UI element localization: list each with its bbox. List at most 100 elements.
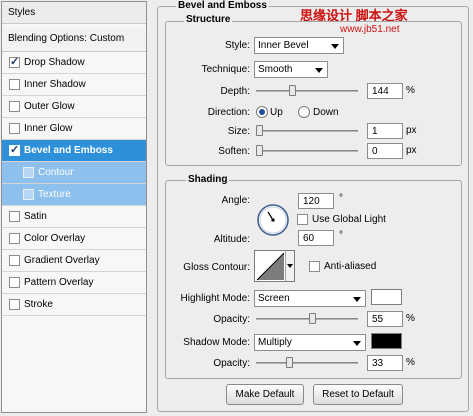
shadow-opacity-label: Opacity: <box>213 358 250 369</box>
sidebar-item-label: Bevel and Emboss <box>24 145 113 156</box>
sidebar-item-gradient-overlay[interactable]: Gradient Overlay <box>2 250 146 272</box>
satin-checkbox[interactable] <box>9 211 20 222</box>
depth-input[interactable]: 144 <box>367 83 403 99</box>
reset-to-default-button[interactable]: Reset to Default <box>313 384 403 405</box>
style-select-value: Inner Bevel <box>258 40 309 51</box>
highlight-opacity-input[interactable]: 55 <box>367 311 403 327</box>
contour-dropdown-button[interactable] <box>285 251 294 281</box>
sidebar-item-texture[interactable]: Texture <box>2 184 146 206</box>
shadow-color-swatch[interactable] <box>371 333 402 349</box>
size-input[interactable]: 1 <box>367 123 403 139</box>
sidebar-item-inner-shadow[interactable]: Inner Shadow <box>2 74 146 96</box>
gradient-overlay-checkbox[interactable] <box>9 255 20 266</box>
chevron-down-icon <box>331 44 339 49</box>
shadow-opacity-thumb[interactable] <box>286 357 293 368</box>
bevel-emboss-checkbox[interactable] <box>9 143 20 156</box>
styles-header[interactable]: Styles <box>2 2 146 24</box>
angle-unit: ° <box>339 193 343 204</box>
sidebar-item-label: Texture <box>38 189 71 200</box>
style-select[interactable]: Inner Bevel <box>254 37 344 54</box>
shadow-mode-select[interactable]: Multiply <box>254 334 366 351</box>
depth-label: Depth: <box>220 86 250 97</box>
sidebar-item-pattern-overlay[interactable]: Pattern Overlay <box>2 272 146 294</box>
highlight-opacity-label: Opacity: <box>213 314 250 325</box>
shadow-mode-label: Shadow Mode: <box>183 337 250 348</box>
shadow-mode-value: Multiply <box>258 337 292 348</box>
pattern-overlay-checkbox[interactable] <box>9 277 20 288</box>
sidebar-item-label: Drop Shadow <box>24 57 85 68</box>
color-overlay-checkbox[interactable] <box>9 233 20 244</box>
antialiased-label: Anti-aliased <box>324 261 377 272</box>
altitude-input[interactable]: 60 <box>298 230 334 246</box>
angle-dial[interactable] <box>256 203 290 237</box>
sidebar-item-drop-shadow[interactable]: Drop Shadow <box>2 52 146 74</box>
sidebar-item-label: Satin <box>24 211 47 222</box>
depth-unit: % <box>406 85 415 96</box>
sidebar-item-label: Stroke <box>24 299 53 310</box>
highlight-mode-label: Highlight Mode: <box>180 293 250 304</box>
soften-slider-track[interactable] <box>256 150 358 152</box>
style-label: Style: <box>224 40 250 51</box>
chevron-down-icon <box>353 297 361 302</box>
size-unit: px <box>406 125 417 136</box>
inner-shadow-checkbox[interactable] <box>9 79 20 90</box>
direction-down-radio[interactable] <box>298 106 310 118</box>
chevron-down-icon <box>315 68 323 73</box>
highlight-opacity-value: 55 <box>372 314 384 325</box>
angle-input[interactable]: 120 <box>298 193 334 209</box>
sidebar-item-satin[interactable]: Satin <box>2 206 146 228</box>
shadow-opacity-input[interactable]: 33 <box>367 355 403 371</box>
drop-shadow-checkbox[interactable] <box>9 55 20 68</box>
direction-up-label: Up <box>270 107 283 118</box>
sidebar-item-label: Gradient Overlay <box>24 255 100 266</box>
shadow-opacity-value: 33 <box>372 358 384 369</box>
highlight-opacity-unit: % <box>406 313 415 324</box>
chevron-down-icon <box>353 341 361 346</box>
gloss-contour-picker[interactable] <box>254 250 295 282</box>
angle-value: 120 <box>303 196 320 207</box>
depth-value: 144 <box>372 86 389 97</box>
inner-glow-checkbox[interactable] <box>9 123 20 134</box>
direction-up-radio[interactable] <box>256 106 268 118</box>
size-slider-track[interactable] <box>256 130 358 132</box>
chevron-down-icon <box>287 264 293 268</box>
soften-slider-thumb[interactable] <box>256 145 263 156</box>
highlight-opacity-thumb[interactable] <box>309 313 316 324</box>
blending-options-item[interactable]: Blending Options: Custom <box>2 28 146 52</box>
depth-slider-thumb[interactable] <box>289 85 296 96</box>
highlight-opacity-track[interactable] <box>256 318 358 320</box>
highlight-mode-select[interactable]: Screen <box>254 290 366 307</box>
outer-glow-checkbox[interactable] <box>9 101 20 112</box>
sidebar-item-label: Contour <box>38 167 74 178</box>
global-light-checkbox[interactable] <box>297 214 308 225</box>
technique-select[interactable]: Smooth <box>254 61 328 78</box>
contour-preview-icon <box>256 252 285 281</box>
technique-select-value: Smooth <box>258 64 293 75</box>
blending-options-label: Blending Options: Custom <box>8 33 125 44</box>
sidebar-item-color-overlay[interactable]: Color Overlay <box>2 228 146 250</box>
soften-unit: px <box>406 145 417 156</box>
texture-checkbox[interactable] <box>23 189 34 200</box>
gloss-contour-label: Gloss Contour: <box>183 262 250 273</box>
highlight-color-swatch[interactable] <box>371 289 402 305</box>
contour-checkbox[interactable] <box>23 167 34 178</box>
shading-legend: Shading <box>186 174 230 185</box>
size-slider-thumb[interactable] <box>256 125 263 136</box>
sidebar-item-bevel-emboss[interactable]: Bevel and Emboss <box>2 140 146 162</box>
make-default-button[interactable]: Make Default <box>226 384 304 405</box>
stroke-checkbox[interactable] <box>9 299 20 310</box>
styles-sidebar: Styles Blending Options: Custom Drop Sha… <box>1 1 147 413</box>
sidebar-item-contour[interactable]: Contour <box>2 162 146 184</box>
technique-label: Technique: <box>201 64 250 75</box>
shadow-opacity-track[interactable] <box>256 362 358 364</box>
sidebar-item-inner-glow[interactable]: Inner Glow <box>2 118 146 140</box>
soften-value: 0 <box>372 146 378 157</box>
antialiased-checkbox[interactable] <box>309 261 320 272</box>
global-light-label: Use Global Light <box>312 214 386 225</box>
size-value: 1 <box>372 126 378 137</box>
soften-input[interactable]: 0 <box>367 143 403 159</box>
direction-down-label: Down <box>313 107 339 118</box>
sidebar-item-stroke[interactable]: Stroke <box>2 294 146 316</box>
depth-slider-track[interactable] <box>256 90 358 92</box>
sidebar-item-outer-glow[interactable]: Outer Glow <box>2 96 146 118</box>
